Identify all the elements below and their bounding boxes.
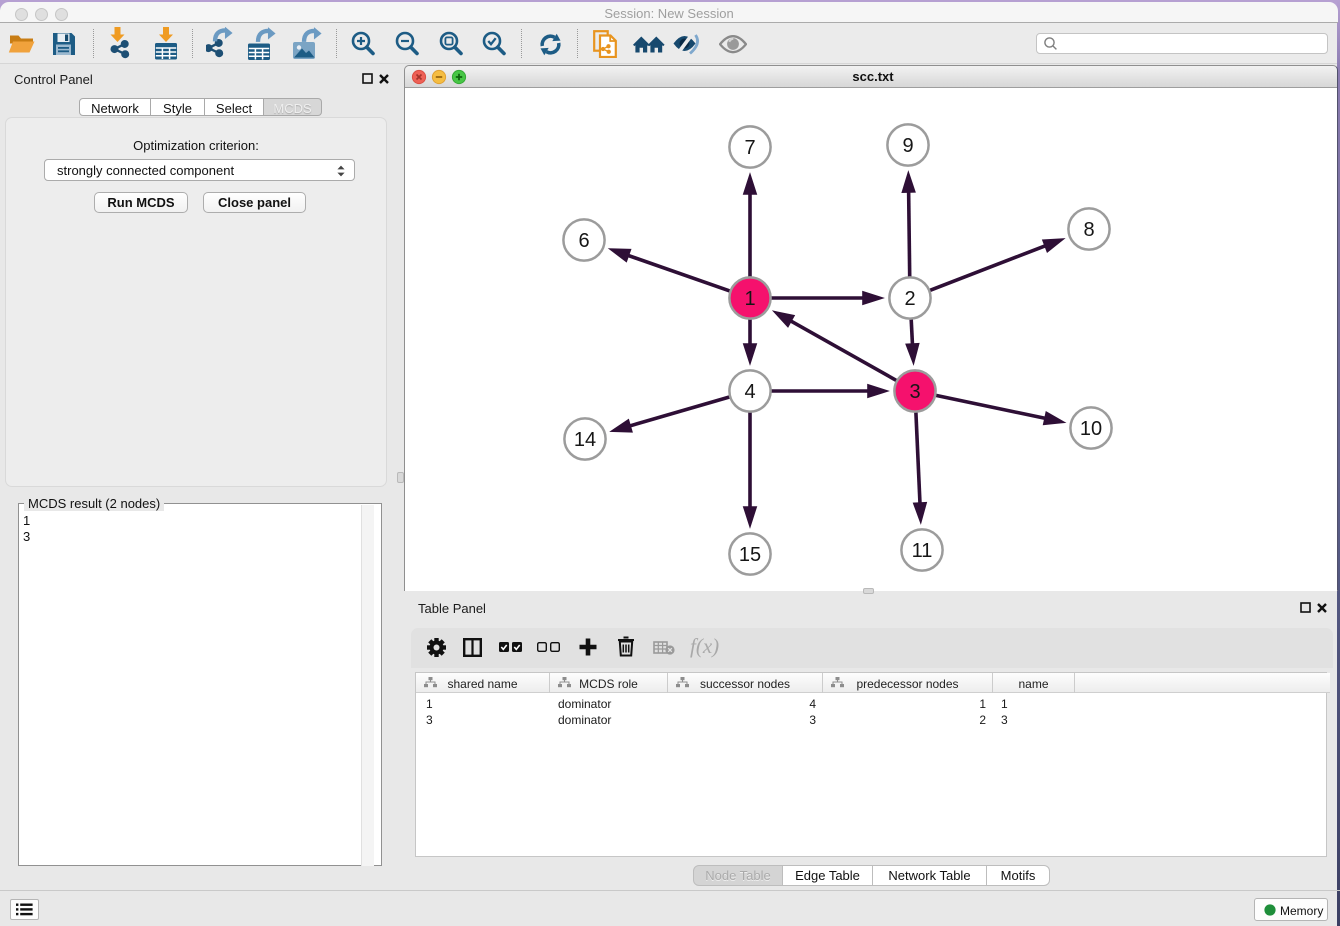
svg-text:4: 4: [744, 381, 755, 403]
svg-text:8: 8: [1083, 219, 1094, 241]
svg-text:15: 15: [739, 544, 761, 566]
svg-text:2: 2: [904, 288, 915, 310]
svg-text:11: 11: [912, 540, 933, 562]
svg-text:14: 14: [574, 429, 596, 451]
svg-text:10: 10: [1080, 418, 1102, 440]
svg-text:9: 9: [902, 135, 913, 157]
svg-text:7: 7: [744, 137, 755, 159]
svg-text:3: 3: [909, 381, 920, 403]
svg-text:6: 6: [578, 230, 589, 252]
svg-text:1: 1: [744, 288, 755, 310]
